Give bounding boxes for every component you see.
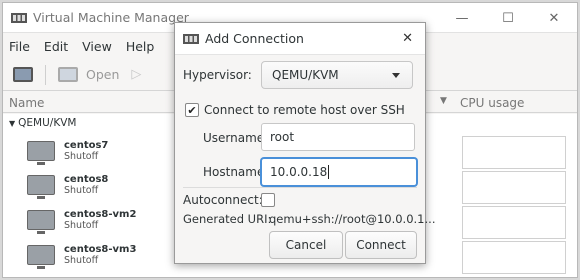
dialog-close-button[interactable]: ✕	[402, 31, 413, 46]
run-button[interactable]: ▷	[131, 67, 141, 82]
cancel-button[interactable]: Cancel	[269, 231, 343, 259]
vm-status: Shutoff	[64, 151, 99, 162]
cpu-column-header[interactable]: CPU usage	[460, 96, 524, 110]
vm-screen-icon	[27, 210, 55, 234]
dropdown-caret-icon	[392, 73, 400, 78]
menu-file[interactable]: File	[9, 39, 30, 54]
vm-status: Shutoff	[64, 255, 99, 266]
close-button[interactable]: ✕	[531, 3, 577, 33]
dialog-divider	[183, 187, 417, 188]
add-connection-dialog: Add Connection ✕ Hypervisor: QEMU/KVM ✔ …	[174, 22, 435, 264]
vm-name: centos8-vm2	[64, 209, 137, 220]
hostname-field[interactable]: 10.0.0.18	[261, 158, 417, 186]
toolbar-separator	[45, 64, 46, 85]
generated-uri-value: qemu+ssh://root@10.0.0.1...	[269, 212, 436, 226]
hostname-value: 10.0.0.18	[270, 165, 328, 179]
cpu-usage-graph	[462, 241, 566, 274]
username-value: root	[270, 130, 295, 144]
vm-row[interactable]: centos8-vm3 Shutoff	[27, 240, 136, 270]
vm-name: centos8-vm3	[64, 244, 137, 255]
autoconnect-label: Autoconnect:	[183, 193, 263, 207]
vm-status: Shutoff	[64, 185, 99, 196]
ssh-checkbox-label[interactable]: Connect to remote host over SSH	[204, 103, 405, 117]
vm-row[interactable]: centos7 Shutoff	[27, 136, 108, 166]
dialog-title: Add Connection	[205, 31, 304, 46]
connection-name: QEMU/KVM	[18, 117, 77, 129]
hypervisor-select[interactable]: QEMU/KVM	[261, 61, 413, 89]
menu-edit[interactable]: Edit	[44, 39, 68, 54]
minimize-button[interactable]: —	[439, 3, 485, 33]
menu-view[interactable]: View	[82, 39, 112, 54]
vm-row[interactable]: centos8 Shutoff	[27, 170, 108, 200]
cpu-usage-graph	[462, 206, 566, 239]
dialog-title-bar: Add Connection ✕	[175, 23, 425, 55]
virt-manager-icon	[11, 12, 27, 23]
connect-button[interactable]: Connect	[345, 231, 417, 259]
open-label: Open	[86, 67, 120, 82]
new-vm-icon	[13, 67, 33, 82]
username-label: Username:	[203, 131, 269, 145]
column-dropdown-icon[interactable]: ▼	[440, 96, 447, 106]
username-field[interactable]: root	[261, 123, 415, 151]
vm-name: centos8	[64, 174, 109, 185]
console-icon	[58, 67, 78, 82]
vm-status: Shutoff	[64, 220, 99, 231]
vm-screen-icon	[27, 141, 55, 165]
ssh-checkbox-row[interactable]: ✔ Connect to remote host over SSH	[185, 103, 405, 117]
vm-screen-icon	[27, 245, 55, 269]
hypervisor-label: Hypervisor:	[183, 68, 252, 82]
play-icon: ▷	[131, 67, 142, 82]
vm-name: centos7	[64, 140, 109, 151]
hostname-label: Hostname:	[203, 165, 269, 179]
vm-row[interactable]: centos8-vm2 Shutoff	[27, 205, 136, 235]
menu-help[interactable]: Help	[126, 39, 155, 54]
new-vm-button[interactable]	[13, 67, 33, 82]
vm-screen-icon	[27, 175, 55, 199]
autoconnect-checkbox[interactable]	[261, 193, 275, 207]
open-button[interactable]: Open	[58, 67, 119, 82]
maximize-button[interactable]: ☐	[485, 3, 531, 33]
virt-manager-icon	[183, 33, 199, 44]
cpu-usage-graph	[462, 136, 566, 169]
hypervisor-value: QEMU/KVM	[272, 68, 339, 82]
connection-group[interactable]: ▼ QEMU/KVM	[9, 117, 76, 129]
text-cursor	[328, 165, 330, 179]
name-column-header[interactable]: Name	[9, 96, 44, 110]
cpu-usage-graph	[462, 171, 566, 204]
generated-uri-label: Generated URI:	[183, 212, 272, 226]
expand-triangle-icon[interactable]: ▼	[9, 119, 15, 128]
window-title: Virtual Machine Manager	[33, 10, 189, 25]
ssh-checkbox[interactable]: ✔	[185, 103, 199, 117]
